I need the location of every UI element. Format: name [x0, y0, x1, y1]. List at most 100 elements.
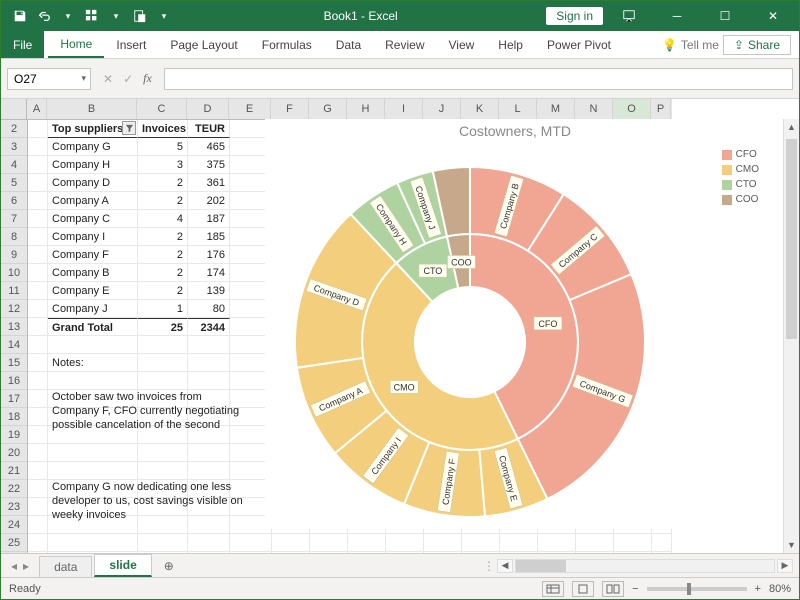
- cell-A10[interactable]: [28, 264, 48, 282]
- cell-J25[interactable]: [424, 534, 462, 552]
- cell-D10[interactable]: 174: [188, 264, 230, 282]
- cell-N25[interactable]: [576, 534, 614, 552]
- cell-C20[interactable]: [138, 444, 188, 462]
- cell-D4[interactable]: 375: [188, 156, 230, 174]
- row-header-11[interactable]: 11: [1, 282, 27, 300]
- cell-A16[interactable]: [28, 372, 48, 390]
- cell-D20[interactable]: [188, 444, 230, 462]
- cell-B6[interactable]: Company A: [48, 192, 138, 210]
- cell-A7[interactable]: [28, 210, 48, 228]
- zoom-out-button[interactable]: −: [632, 583, 638, 595]
- vertical-scrollbar[interactable]: ▲ ▼: [783, 119, 799, 553]
- cell-B3[interactable]: Company G: [48, 138, 138, 156]
- cell-P25[interactable]: [652, 534, 672, 552]
- row-header-16[interactable]: 16: [1, 372, 27, 390]
- cell-A18[interactable]: [28, 408, 48, 426]
- select-all-icon[interactable]: [81, 5, 103, 27]
- tab-help[interactable]: Help: [486, 31, 535, 58]
- cell-B8[interactable]: Company I: [48, 228, 138, 246]
- row-header-12[interactable]: 12: [1, 300, 27, 318]
- filter-icon[interactable]: [122, 121, 136, 135]
- cell-B9[interactable]: Company F: [48, 246, 138, 264]
- cell-C25[interactable]: [138, 534, 188, 552]
- cell-O26[interactable]: [614, 552, 652, 553]
- cell-B7[interactable]: Company C: [48, 210, 138, 228]
- cell-I26[interactable]: [386, 552, 424, 553]
- cell-J26[interactable]: [424, 552, 462, 553]
- sheet-nav[interactable]: ◂▸: [1, 559, 39, 573]
- row-header-4[interactable]: 4: [1, 156, 27, 174]
- cell-C8[interactable]: 2: [138, 228, 188, 246]
- col-header-G[interactable]: G: [309, 99, 347, 119]
- cell-A21[interactable]: [28, 462, 48, 480]
- cell-C4[interactable]: 3: [138, 156, 188, 174]
- scroll-right-icon[interactable]: ▶: [777, 559, 793, 573]
- cell-A8[interactable]: [28, 228, 48, 246]
- row-header-2[interactable]: 2: [1, 120, 27, 138]
- col-header-K[interactable]: K: [461, 99, 499, 119]
- name-box[interactable]: O27: [7, 68, 91, 90]
- cell-D6[interactable]: 202: [188, 192, 230, 210]
- tab-page-layout[interactable]: Page Layout: [158, 31, 249, 58]
- col-header-P[interactable]: P: [651, 99, 671, 119]
- tell-me-search[interactable]: 💡 Tell me: [662, 38, 719, 52]
- col-header-H[interactable]: H: [347, 99, 385, 119]
- zoom-slider[interactable]: [647, 587, 747, 591]
- col-header-N[interactable]: N: [575, 99, 613, 119]
- cell-B10[interactable]: Company B: [48, 264, 138, 282]
- cell-D15[interactable]: [188, 354, 230, 372]
- cell-A5[interactable]: [28, 174, 48, 192]
- cell-B20[interactable]: [48, 444, 138, 462]
- cell-C26[interactable]: [138, 552, 188, 553]
- col-header-L[interactable]: L: [499, 99, 537, 119]
- cell-O25[interactable]: [614, 534, 652, 552]
- cell-B11[interactable]: Company E: [48, 282, 138, 300]
- cell-C3[interactable]: 5: [138, 138, 188, 156]
- zoom-in-button[interactable]: +: [755, 583, 761, 595]
- formula-input[interactable]: [164, 68, 793, 90]
- cell-C16[interactable]: [138, 372, 188, 390]
- save-icon[interactable]: [9, 5, 31, 27]
- cell-A6[interactable]: [28, 192, 48, 210]
- cell-C13[interactable]: 25: [138, 318, 188, 336]
- tab-data[interactable]: Data: [324, 31, 373, 58]
- cell-D12[interactable]: 80: [188, 300, 230, 318]
- cell-F25[interactable]: [272, 534, 310, 552]
- cell-C7[interactable]: 4: [138, 210, 188, 228]
- horizontal-scrollbar[interactable]: ⋮ ◀ ▶: [184, 559, 799, 573]
- vscroll-thumb[interactable]: [786, 139, 797, 339]
- fx-icon[interactable]: fx: [143, 71, 152, 86]
- new-sheet-button[interactable]: ⊕: [154, 559, 184, 573]
- row-header-8[interactable]: 8: [1, 228, 27, 246]
- cell-A20[interactable]: [28, 444, 48, 462]
- cell-B13[interactable]: Grand Total: [48, 318, 138, 336]
- cell-D21[interactable]: [188, 462, 230, 480]
- row-header-22[interactable]: 22: [1, 480, 27, 498]
- scroll-up-icon[interactable]: ▲: [784, 119, 799, 135]
- qat-more-icon[interactable]: ▾: [57, 5, 79, 27]
- cell-E25[interactable]: [230, 534, 272, 552]
- cell-A15[interactable]: [28, 354, 48, 372]
- col-header-B[interactable]: B: [47, 99, 137, 119]
- cell-L25[interactable]: [500, 534, 538, 552]
- scroll-left-icon[interactable]: ◀: [497, 559, 513, 573]
- cell-B26[interactable]: [48, 552, 138, 553]
- tab-power-pivot[interactable]: Power Pivot: [535, 31, 623, 58]
- row-header-7[interactable]: 7: [1, 210, 27, 228]
- row-header-19[interactable]: 19: [1, 426, 27, 444]
- cell-E26[interactable]: [230, 552, 272, 553]
- cell-C5[interactable]: 2: [138, 174, 188, 192]
- cell-K25[interactable]: [462, 534, 500, 552]
- cell-D25[interactable]: [188, 534, 230, 552]
- cell-D5[interactable]: 361: [188, 174, 230, 192]
- notes-paragraph-1[interactable]: October saw two invoices from Company F,…: [48, 390, 248, 432]
- signin-button[interactable]: Sign in: [546, 7, 603, 25]
- cell-B16[interactable]: [48, 372, 138, 390]
- ribbon-options-icon[interactable]: [607, 1, 651, 31]
- cell-B5[interactable]: Company D: [48, 174, 138, 192]
- cell-C2[interactable]: Invoices: [138, 120, 188, 138]
- cell-A11[interactable]: [28, 282, 48, 300]
- cell-A22[interactable]: [28, 480, 48, 498]
- col-header-I[interactable]: I: [385, 99, 423, 119]
- cell-A19[interactable]: [28, 426, 48, 444]
